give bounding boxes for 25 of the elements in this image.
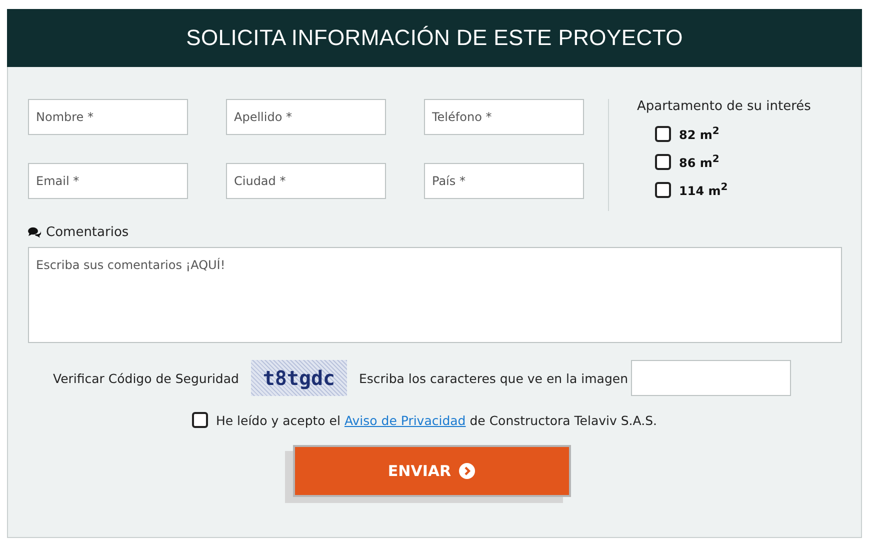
captcha-label: Verificar Código de Seguridad bbox=[53, 370, 239, 386]
checkbox[interactable] bbox=[655, 154, 671, 170]
privacy-link[interactable]: Aviso de Privacidad bbox=[344, 412, 466, 428]
consent-text: He leído y acepto el Aviso de Privacidad de Constructora Telaviv S.A.S. bbox=[216, 412, 657, 428]
comments-label: Comentarios bbox=[46, 225, 129, 240]
captcha-image: t8tgdc bbox=[250, 360, 347, 396]
chat-icon bbox=[28, 227, 41, 238]
arrow-circle-icon bbox=[459, 463, 476, 479]
checkbox[interactable] bbox=[655, 126, 671, 142]
input-field[interactable]: Email * bbox=[28, 163, 188, 199]
input-field[interactable]: Apellido * bbox=[226, 99, 386, 135]
consent-checkbox[interactable] bbox=[192, 412, 208, 428]
comments-field[interactable]: Escriba sus comentarios ¡AQUÍ! bbox=[28, 247, 842, 343]
input-field[interactable]: Teléfono * bbox=[424, 99, 584, 135]
option-label: 114 m$^{2}$ bbox=[679, 182, 728, 198]
input-field[interactable]: Nombre * bbox=[28, 99, 188, 135]
input-field[interactable]: País * bbox=[424, 163, 584, 199]
option-label: 86 m$^{2}$ bbox=[679, 154, 720, 170]
apartment-label: Apartamento de su interés bbox=[637, 99, 811, 114]
option-label: 82 m$^{2}$ bbox=[679, 126, 720, 142]
form-title: SOLICITA INFORMACIÓN DE ESTE PROYECTO bbox=[7, 9, 862, 67]
captcha-prompt: Escriba los caracteres que ve en la imagen bbox=[358, 370, 628, 386]
captcha-field[interactable] bbox=[631, 360, 792, 396]
checkbox[interactable] bbox=[655, 182, 671, 198]
input-field[interactable]: Ciudad * bbox=[226, 163, 386, 199]
